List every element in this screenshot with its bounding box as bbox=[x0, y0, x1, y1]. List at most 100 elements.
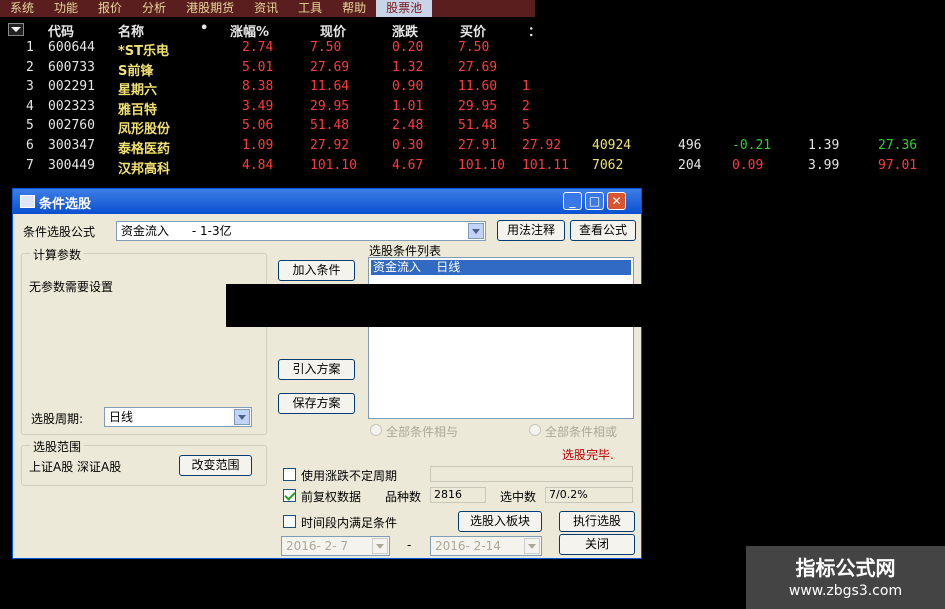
menu-quote[interactable]: 报价 bbox=[88, 0, 132, 17]
maximize-icon[interactable]: □ bbox=[585, 192, 604, 210]
minimize-icon[interactable]: _ bbox=[563, 192, 582, 210]
close-icon[interactable]: ✕ bbox=[607, 192, 626, 210]
redaction-block bbox=[226, 284, 645, 327]
price: 101.10 bbox=[310, 157, 357, 173]
table-row[interactable]: 5 002760 凤形股份 5.06 51.48 2.48 51.48 5 bbox=[0, 116, 945, 137]
price: 29.95 bbox=[310, 98, 350, 114]
change-pct: 3.49 bbox=[242, 98, 274, 114]
menu-news[interactable]: 资讯 bbox=[244, 0, 288, 17]
radio-or[interactable] bbox=[529, 424, 541, 436]
ask-price: 5 bbox=[522, 118, 530, 134]
dialog-titlebar[interactable]: 条件选股 _ □ ✕ bbox=[13, 189, 641, 214]
menu-hk-futures[interactable]: 港股期货 bbox=[176, 0, 244, 17]
usage-notes-button[interactable]: 用法注释 bbox=[497, 220, 565, 241]
formula-select[interactable]: 资金流入 - 1-3亿 bbox=[116, 221, 486, 241]
menu-function[interactable]: 功能 bbox=[44, 0, 88, 17]
change: 2.48 bbox=[392, 118, 424, 134]
radio-and-label: 全部条件相与 bbox=[386, 425, 459, 439]
stock-name: S前锋 bbox=[118, 63, 154, 79]
stock-code: 002323 bbox=[48, 98, 95, 114]
row-index: 2 bbox=[26, 59, 34, 75]
bid-price: 27.91 bbox=[458, 138, 498, 153]
menu-analysis[interactable]: 分析 bbox=[132, 0, 176, 17]
stock-code: 002760 bbox=[48, 118, 95, 134]
row-index: 3 bbox=[26, 79, 34, 95]
volume: 7062 bbox=[592, 157, 624, 173]
uncertain-period-label: 使用涨跌不定周期 bbox=[301, 469, 398, 483]
window-icon bbox=[20, 195, 35, 208]
chevron-down-icon[interactable] bbox=[468, 223, 484, 239]
condition-list[interactable]: 资金流入 日线 bbox=[368, 257, 634, 419]
stock-name: 汉邦高科 bbox=[118, 161, 171, 177]
bid-price: 27.69 bbox=[458, 59, 498, 75]
import-plan-button[interactable]: 引入方案 bbox=[278, 359, 355, 380]
table-row[interactable]: 2 600733 S前锋 5.01 27.69 1.32 27.69 bbox=[0, 58, 945, 79]
watermark-url: www.zbgs3.com bbox=[788, 583, 903, 599]
calc-params-title: 计算参数 bbox=[30, 246, 85, 263]
stock-code: 300347 bbox=[48, 138, 95, 153]
row-index: 5 bbox=[26, 118, 34, 134]
period-select[interactable]: 日线 bbox=[104, 407, 252, 427]
date-to-select[interactable]: 2016- 2-14 bbox=[430, 536, 542, 556]
turnover: 1.39 bbox=[808, 138, 840, 153]
condition-list-item[interactable]: 资金流入 日线 bbox=[371, 260, 631, 275]
to-block-button[interactable]: 选股入板块 bbox=[458, 511, 542, 532]
dropdown-triangle-icon[interactable] bbox=[8, 23, 24, 36]
uncertain-period-checkbox[interactable] bbox=[283, 468, 296, 481]
stock-code: 002291 bbox=[48, 79, 95, 95]
table-row[interactable]: 3 002291 星期六 8.38 11.64 0.90 11.60 1 bbox=[0, 77, 945, 98]
ask-price: 1 bbox=[522, 79, 530, 95]
change-pct: 8.38 bbox=[242, 79, 274, 95]
bid-price: 29.95 bbox=[458, 98, 498, 114]
add-condition-button[interactable]: 加入条件 bbox=[278, 260, 355, 281]
change: 0.30 bbox=[392, 138, 424, 153]
price: 11.64 bbox=[310, 79, 350, 95]
radio-and[interactable] bbox=[370, 424, 382, 436]
save-plan-button[interactable]: 保存方案 bbox=[278, 393, 355, 414]
uncertain-period-field[interactable] bbox=[430, 466, 633, 482]
execute-selection-button[interactable]: 执行选股 bbox=[559, 511, 635, 532]
stock-count-value: 2816 bbox=[430, 487, 486, 503]
table-row[interactable]: 4 002323 雅百特 3.49 29.95 1.01 29.95 2 bbox=[0, 97, 945, 118]
close-button[interactable]: 关闭 bbox=[559, 534, 635, 555]
view-formula-button[interactable]: 查看公式 bbox=[570, 220, 636, 241]
pe-value: 27.36 bbox=[878, 138, 918, 153]
pre-adjust-checkbox[interactable] bbox=[283, 489, 296, 502]
row-index: 1 bbox=[26, 40, 34, 55]
date-from-value: 2016- 2- 7 bbox=[286, 539, 349, 553]
change-scope-button[interactable]: 改变范围 bbox=[179, 455, 252, 476]
table-row[interactable]: 1 600644 *ST乐电 2.74 7.50 0.20 7.50 bbox=[0, 38, 945, 59]
period-label: 选股周期: bbox=[31, 412, 84, 426]
date-separator: - bbox=[407, 538, 412, 552]
scope-text: 上证A股 深证A股 bbox=[29, 460, 122, 474]
date-from-select[interactable]: 2016- 2- 7 bbox=[281, 536, 390, 556]
ask-price: 2 bbox=[522, 98, 530, 114]
chevron-down-icon[interactable] bbox=[234, 409, 250, 425]
chevron-down-icon[interactable] bbox=[524, 538, 540, 554]
time-range-checkbox[interactable] bbox=[283, 515, 296, 528]
pre-adjust-label: 前复权数据 bbox=[301, 490, 362, 504]
stock-code: 300449 bbox=[48, 157, 95, 173]
menu-tools[interactable]: 工具 bbox=[288, 0, 332, 17]
table-row[interactable]: 7 300449 汉邦高科 4.84 101.10 4.67 101.10 101.11 706… bbox=[0, 156, 945, 177]
header-dot: • bbox=[200, 21, 209, 36]
price: 27.92 bbox=[310, 138, 350, 153]
selected-value: 7/0.2% bbox=[545, 487, 633, 503]
stock-name: 雅百特 bbox=[118, 102, 158, 118]
stock-name: *ST乐电 bbox=[118, 44, 170, 59]
menu-stock-pool[interactable]: 股票池 bbox=[376, 0, 433, 17]
formula-value: 资金流入 - 1-3亿 bbox=[121, 224, 232, 238]
watermark-title: 指标公式网 bbox=[795, 556, 896, 580]
current-volume: 204 bbox=[678, 157, 702, 173]
change: 1.01 bbox=[392, 98, 424, 114]
volume: 40924 bbox=[592, 138, 632, 153]
menu-system[interactable]: 系统 bbox=[0, 0, 44, 17]
scope-title: 选股范围 bbox=[30, 438, 85, 455]
change-pct: 5.01 bbox=[242, 59, 274, 75]
menu-help[interactable]: 帮助 bbox=[332, 0, 376, 17]
chevron-down-icon[interactable] bbox=[372, 538, 388, 554]
ask-price: 101.11 bbox=[522, 157, 569, 173]
watermark: 指标公式网 www.zbgs3.com bbox=[746, 546, 945, 609]
dialog-title: 条件选股 bbox=[39, 197, 92, 212]
table-row[interactable]: 6 300347 泰格医药 1.09 27.92 0.30 27.91 27.92 40924 4… bbox=[0, 136, 945, 157]
